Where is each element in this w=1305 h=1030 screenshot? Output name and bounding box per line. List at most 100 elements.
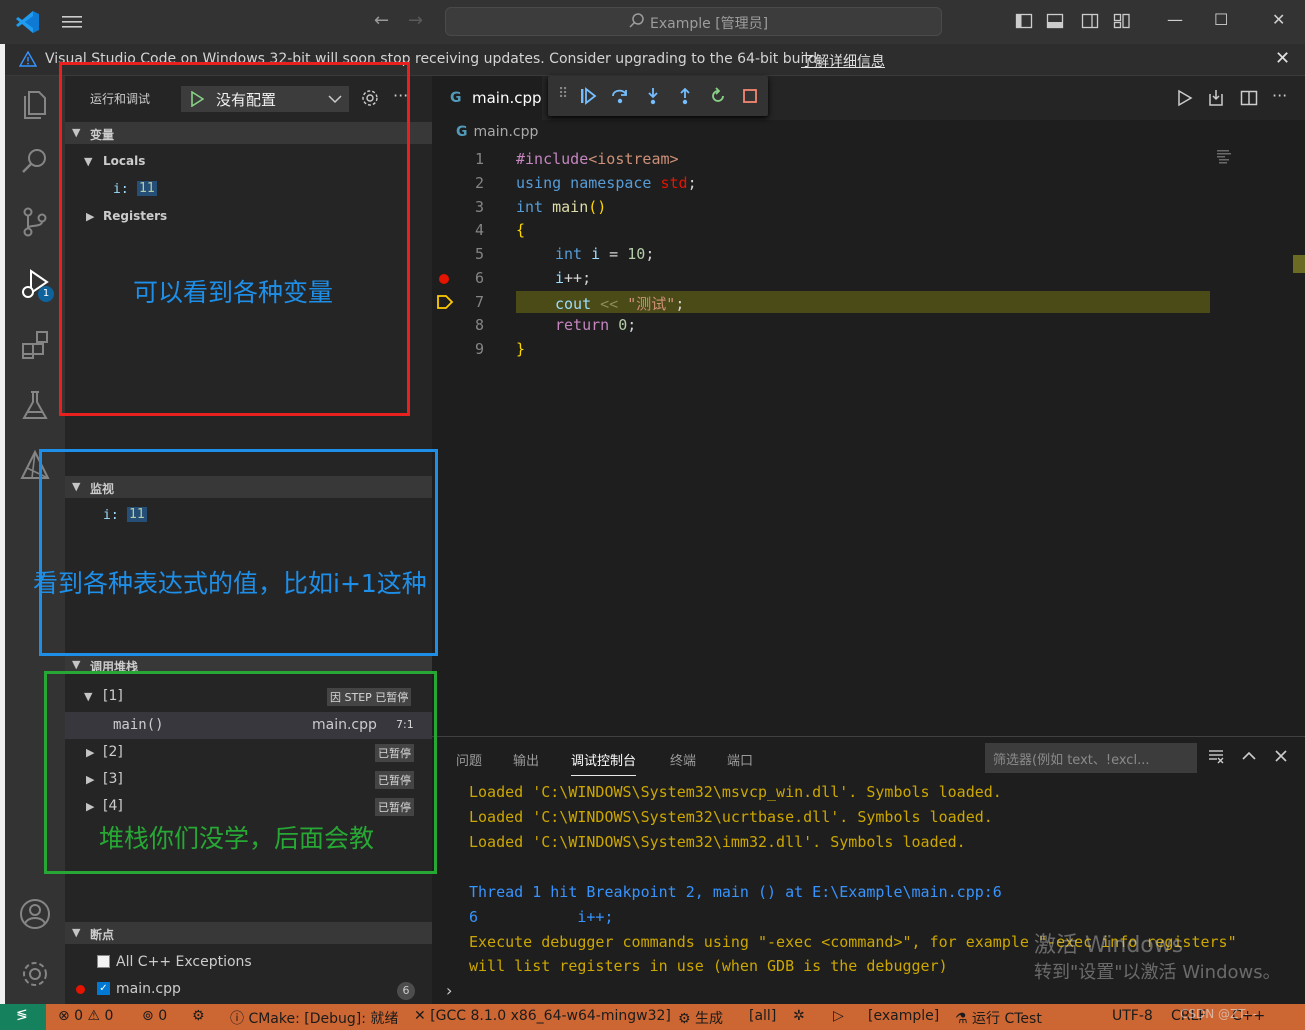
- cmake-kit-label: [GCC 8.1.0 x86_64-w64-mingw32]: [430, 1008, 671, 1024]
- code-token: ;: [675, 295, 685, 313]
- toggle-sidebar-icon[interactable]: [1015, 12, 1033, 30]
- minimap[interactable]: [1217, 150, 1237, 164]
- debug-session-badge: 1: [38, 286, 54, 302]
- close-button[interactable]: ✕: [1272, 10, 1285, 29]
- problems-status-button[interactable]: ⊗ 0 ⚠ 0: [58, 1008, 113, 1024]
- step-over-icon[interactable]: [610, 86, 630, 106]
- cmake-status-button[interactable]: ⓘ CMake: [Debug]: 就绪: [230, 1008, 398, 1028]
- code-token: i: [555, 269, 565, 287]
- scrollbar-marker: [1293, 255, 1305, 273]
- manage-gear-icon[interactable]: [17, 956, 53, 992]
- run-file-icon[interactable]: [1174, 88, 1194, 108]
- panel-tab-terminal[interactable]: 终端: [670, 750, 696, 769]
- search-icon[interactable]: [17, 144, 53, 180]
- stop-icon[interactable]: [740, 86, 760, 106]
- breakpoints-section-header[interactable]: ▼ 断点: [65, 922, 432, 944]
- notification-close-button[interactable]: ✕: [1275, 48, 1290, 69]
- restart-icon[interactable]: [708, 86, 728, 106]
- remote-indicator-button[interactable]: ≶: [0, 1004, 46, 1030]
- tab-main-cpp[interactable]: G main.cpp: [432, 76, 542, 120]
- close-panel-icon[interactable]: [1272, 747, 1290, 765]
- breadcrumb[interactable]: Gmain.cpp: [456, 124, 538, 140]
- breakpoint-checkbox-checked[interactable]: ✓: [97, 982, 110, 995]
- code-line: return 0;: [555, 316, 636, 334]
- debug-file-icon[interactable]: [1206, 88, 1226, 108]
- ports-status-button[interactable]: ⊚ 0: [142, 1008, 167, 1024]
- cmake-run-icon[interactable]: ▷: [833, 1008, 844, 1024]
- editor-more-actions-icon[interactable]: ···: [1272, 86, 1287, 105]
- search-icon: [629, 13, 644, 28]
- chevron-down-icon: ▼: [72, 926, 81, 939]
- accounts-icon[interactable]: [17, 896, 53, 932]
- watch-annotation-box: [39, 449, 438, 656]
- line-number: 4: [474, 221, 484, 239]
- nav-forward-button[interactable]: →: [408, 10, 423, 31]
- cpp-file-icon: G: [450, 90, 462, 106]
- code-line: cout << "测试";: [555, 293, 684, 314]
- variables-annotation-box: [59, 62, 410, 416]
- csdn-credit-watermark: CSDN @ZT- -: [1180, 1007, 1257, 1021]
- callstack-annotation-text: 堆栈你们没学，后面会教: [99, 824, 375, 853]
- encoding-button[interactable]: UTF-8: [1112, 1008, 1153, 1024]
- continue-icon[interactable]: [578, 86, 598, 106]
- nav-back-button[interactable]: ←: [374, 10, 389, 31]
- source-control-icon[interactable]: [17, 204, 53, 240]
- breakpoints-title: 断点: [90, 928, 115, 942]
- command-center-search[interactable]: Example [管理员]: [445, 7, 942, 36]
- maximize-panel-chevron-up-icon[interactable]: [1240, 747, 1258, 765]
- command-center-label: Example [管理员]: [650, 16, 769, 32]
- split-editor-icon[interactable]: [1239, 88, 1259, 108]
- repl-input-prompt[interactable]: ›: [446, 981, 452, 1000]
- drag-handle-icon[interactable]: ⠿: [558, 86, 568, 102]
- menu-icon[interactable]: [60, 12, 84, 32]
- step-into-icon[interactable]: [643, 86, 663, 106]
- step-out-icon[interactable]: [675, 86, 695, 106]
- code-token: int: [555, 245, 592, 263]
- breakpoint-row[interactable]: ✓ main.cpp 6: [65, 979, 432, 1001]
- debug-toolbar: ⠿: [548, 76, 768, 116]
- breadcrumb-file: main.cpp: [473, 124, 539, 140]
- toggle-panel-icon[interactable]: [1046, 12, 1064, 30]
- breakpoint-label: main.cpp: [116, 981, 181, 997]
- explorer-icon[interactable]: [17, 86, 53, 122]
- console-line: Loaded 'C:\WINDOWS\System32\imm32.dll'. …: [469, 833, 966, 851]
- clear-console-icon[interactable]: [1207, 747, 1225, 765]
- cmake-target-button[interactable]: [all]: [749, 1008, 776, 1024]
- panel-tab-problems[interactable]: 问题: [456, 750, 482, 769]
- console-line: Thread 1 hit Breakpoint 2, main () at E:…: [469, 883, 1002, 901]
- ctest-button[interactable]: ⚗ 运行 CTest: [955, 1008, 1042, 1028]
- minimize-button[interactable]: —: [1167, 10, 1183, 29]
- code-editor[interactable]: 1 2 3 4 5 6 7 8 9 #include<iostream> usi…: [432, 146, 1305, 736]
- panel-tab-ports[interactable]: 端口: [727, 750, 753, 769]
- code-token: ;: [582, 269, 592, 287]
- panel-tab-debug-console[interactable]: 调试控制台: [571, 750, 637, 776]
- code-token: 0: [618, 316, 628, 334]
- code-line: int i = 10;: [555, 245, 654, 263]
- callstack-section-header[interactable]: ▼ 调用堆栈: [65, 656, 432, 672]
- cmake-kit-button[interactable]: ✕ [GCC 8.1.0 x86_64-w64-mingw32]: [414, 1008, 671, 1024]
- cmake-debug-icon[interactable]: ✲: [793, 1008, 805, 1024]
- code-token: ++: [564, 269, 583, 287]
- line-number: 1: [474, 150, 484, 168]
- cmake-build-button[interactable]: ⚙ 生成: [678, 1008, 723, 1028]
- cpp-file-icon: G: [456, 124, 468, 140]
- notification-learn-more-link[interactable]: 了解详细信息: [801, 51, 885, 71]
- ports-count: 0: [158, 1008, 168, 1024]
- variables-annotation-text: 可以看到各种变量: [133, 278, 334, 307]
- customize-layout-icon[interactable]: [1113, 12, 1131, 30]
- toggle-secondary-sidebar-icon[interactable]: [1081, 12, 1099, 30]
- extensions-icon[interactable]: [17, 328, 53, 364]
- debug-status-icon[interactable]: ⚙: [192, 1008, 205, 1024]
- console-line: 6 i++;: [469, 908, 614, 926]
- panel-tab-output[interactable]: 输出: [513, 750, 539, 769]
- code-token: "测试": [627, 295, 676, 313]
- ctest-label: 运行 CTest: [972, 1011, 1042, 1027]
- windows-activation-hint: 转到"设置"以激活 Windows。: [1034, 962, 1281, 983]
- cmake-launch-target-button[interactable]: [example]: [868, 1008, 939, 1024]
- breakpoint-checkbox[interactable]: [97, 955, 110, 968]
- console-line: Loaded 'C:\WINDOWS\System32\ucrtbase.dll…: [469, 808, 993, 826]
- breakpoint-row[interactable]: All C++ Exceptions: [65, 952, 432, 974]
- testing-icon[interactable]: [17, 388, 53, 424]
- debug-console-filter-input[interactable]: 筛选器(例如 text、!excl...: [985, 743, 1197, 773]
- maximize-button[interactable]: ☐: [1214, 10, 1228, 29]
